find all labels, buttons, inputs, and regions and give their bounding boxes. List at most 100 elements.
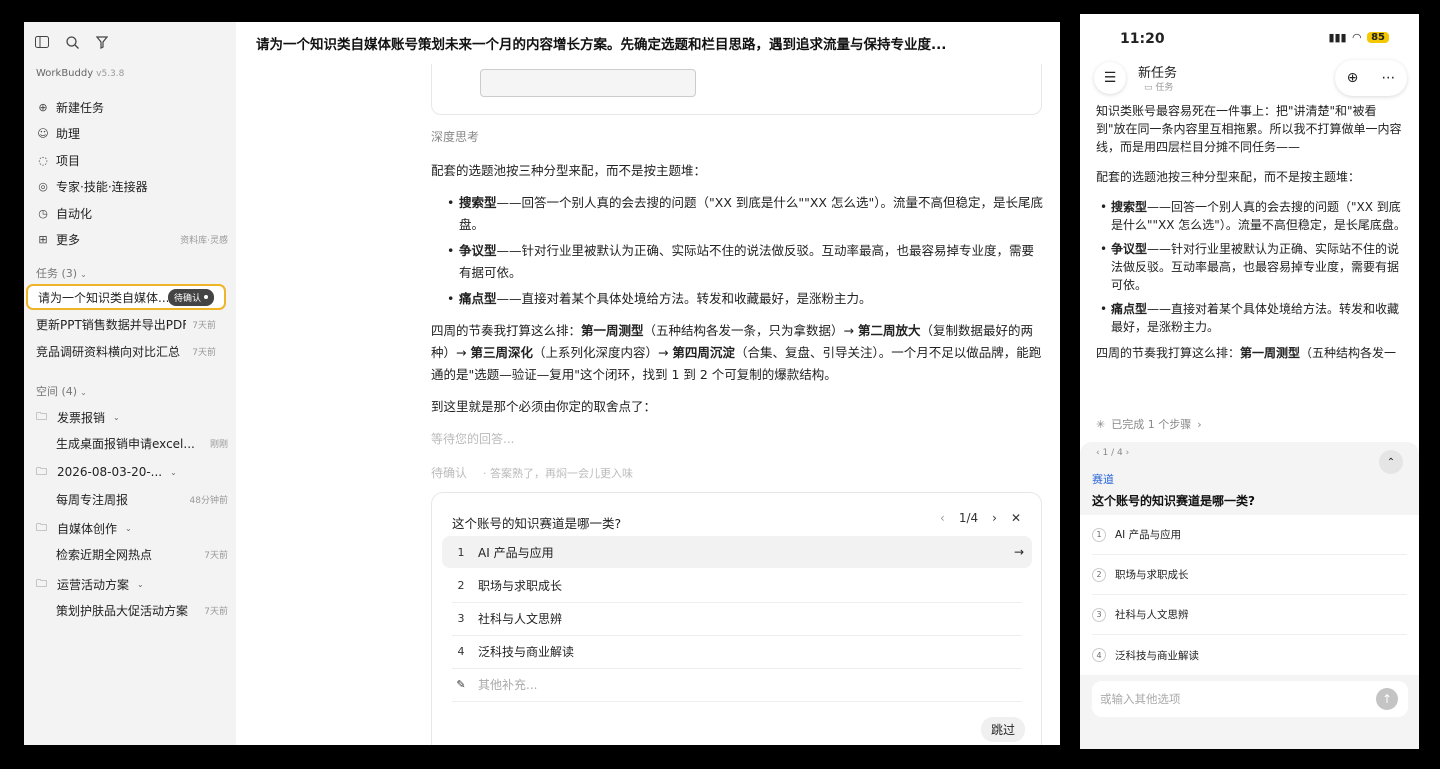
text: （五种结构各发一条，只为拿数据）→ bbox=[643, 323, 858, 338]
sidebar-toggle-icon[interactable] bbox=[34, 34, 50, 50]
filter-icon[interactable] bbox=[94, 34, 110, 50]
question-page: ‹ 1 / 4 › bbox=[1096, 448, 1129, 458]
list-item: 痛点型——直接对着某个具体处境给方法。转发和收藏最好，是涨粉主力。 bbox=[431, 288, 1046, 310]
phone-title: 新任务 bbox=[1138, 66, 1178, 81]
new-chat-icon[interactable]: ⊕ bbox=[1347, 70, 1359, 86]
space-folder[interactable]: 🗀 运营活动方案 ⌄ bbox=[36, 572, 228, 596]
chevron-left-icon[interactable]: ‹ bbox=[940, 511, 945, 525]
search-icon[interactable] bbox=[64, 34, 80, 50]
task-age: 7天前 bbox=[192, 347, 216, 358]
app-name: WorkBuddy bbox=[36, 68, 94, 79]
space-item-title: 生成桌面报销申请excel... bbox=[56, 436, 195, 451]
chevron-right-icon[interactable]: › bbox=[992, 511, 997, 525]
option-number: 3 bbox=[457, 611, 465, 625]
option-1[interactable]: 1 AI 产品与应用 bbox=[1092, 515, 1407, 555]
phone-actions: ⊕ ⋯ bbox=[1335, 60, 1407, 96]
task-title: 竞品调研资料横向对比汇总 bbox=[36, 344, 181, 359]
nav-automation[interactable]: ◷ 自动化 bbox=[36, 200, 228, 227]
more-icon[interactable]: ⋯ bbox=[1381, 70, 1395, 86]
space-item[interactable]: 生成桌面报销申请excel... 刚刚 bbox=[56, 431, 228, 455]
sidebar-nav: ⊕ 新建任务 ☺ 助理 ◌ 项目 ◎ 专家·技能·连接器 ◷ 自动化 ⊞ 更多 资料库·灵感 bbox=[36, 94, 228, 253]
spaces-header[interactable]: 空间 (4) ⌄ bbox=[36, 383, 87, 399]
nav-new-task[interactable]: ⊕ 新建任务 bbox=[36, 94, 228, 121]
assistant-icon: ☺ bbox=[37, 127, 49, 141]
tasks-header[interactable]: 任务 (3) ⌄ bbox=[36, 265, 87, 281]
badge-label: 待确认 bbox=[173, 293, 201, 304]
option-label: AI 产品与应用 bbox=[478, 545, 554, 560]
option-3[interactable]: 3 社科与人文思辨 bbox=[442, 602, 1032, 634]
chevron-left-icon[interactable]: ‹ bbox=[1096, 448, 1100, 458]
option-2[interactable]: 2 职场与求职成长 bbox=[442, 569, 1032, 601]
option-number: 2 bbox=[1092, 567, 1106, 582]
nav-more[interactable]: ⊞ 更多 资料库·灵感 bbox=[36, 227, 228, 254]
arrow-right-icon: → bbox=[1013, 545, 1024, 559]
task-item[interactable]: 竞品调研资料横向对比汇总 7天前 bbox=[26, 338, 226, 364]
option-2[interactable]: 2 职场与求职成长 bbox=[1092, 555, 1407, 595]
close-icon[interactable]: ✕ bbox=[1011, 511, 1021, 525]
folder-name: 发票报销 bbox=[57, 410, 106, 425]
space-item[interactable]: 策划护肤品大促活动方案 7天前 bbox=[56, 598, 228, 622]
collapse-icon[interactable]: ⌃ bbox=[1379, 450, 1403, 474]
option-1[interactable]: 1 AI 产品与应用 → bbox=[442, 536, 1032, 568]
text: 四周的节奏我打算这么排： bbox=[431, 323, 582, 338]
folder-name: 自媒体创作 bbox=[57, 521, 118, 536]
option-4[interactable]: 4 泛科技与商业解读 bbox=[1092, 635, 1407, 675]
sidebar: WorkBuddy v5.3.8 ⊕ 新建任务 ☺ 助理 ◌ 项目 ◎ 专家·技能·连接器… bbox=[24, 22, 236, 745]
desktop-window: WorkBuddy v5.3.8 ⊕ 新建任务 ☺ 助理 ◌ 项目 ◎ 专家·技能·连接器… bbox=[24, 22, 1060, 745]
skip-button[interactable]: 跳过 bbox=[980, 717, 1025, 742]
bullet-bold: 痛点型 bbox=[1111, 302, 1148, 316]
steps-completed[interactable]: ✳ 已完成 1 个步骤 › bbox=[1096, 416, 1202, 432]
task-item[interactable]: 更新PPT销售数据并导出PDF 7天前 bbox=[26, 311, 226, 337]
input-placeholder: 或输入其他选项 bbox=[1100, 692, 1181, 706]
dot-icon bbox=[204, 295, 208, 299]
expert-icon: ◎ bbox=[38, 180, 48, 194]
tasks-header-label: 任务 (3) bbox=[36, 267, 78, 280]
menu-icon[interactable]: ☰ bbox=[1094, 62, 1126, 94]
folder-icon: 🗀 bbox=[36, 576, 47, 590]
option-number: 1 bbox=[1092, 527, 1106, 542]
chevron-down-icon: ⌄ bbox=[113, 412, 120, 422]
option-label: AI 产品与应用 bbox=[1115, 529, 1182, 541]
folder-name: 运营活动方案 bbox=[57, 577, 130, 592]
space-folder[interactable]: 🗀 自媒体创作 ⌄ bbox=[36, 516, 228, 540]
space-folder[interactable]: 🗀 发票报销 ⌄ bbox=[36, 405, 228, 429]
option-number: 4 bbox=[457, 644, 465, 658]
option-label: 职场与求职成长 bbox=[478, 578, 563, 593]
nav-experts[interactable]: ◎ 专家·技能·连接器 bbox=[36, 174, 228, 201]
space-item[interactable]: 检索近期全网热点 7天前 bbox=[56, 542, 228, 566]
main-panel: 请为一个知识类自媒体账号策划未来一个月的内容增长方案。先确定选题和栏目思路，遇到… bbox=[236, 22, 1060, 745]
nav-assistant[interactable]: ☺ 助理 bbox=[36, 121, 228, 148]
option-label: 社科与人文思辨 bbox=[1115, 609, 1189, 621]
paragraph: 配套的选题池按三种分型来配，而不是按主题堆： bbox=[1096, 170, 1361, 184]
question-title: 这个账号的知识赛道是哪一类? bbox=[452, 516, 622, 531]
send-icon[interactable]: ↑ bbox=[1376, 688, 1398, 710]
task-item-active[interactable]: 请为一个知识类自媒体... 待确认 bbox=[26, 284, 226, 310]
app-version: v5.3.8 bbox=[96, 69, 125, 79]
bullet-bold: 争议型 bbox=[459, 243, 497, 258]
folder-icon: 🗀 bbox=[36, 520, 47, 534]
deep-thinking-label[interactable]: 深度思考 bbox=[431, 126, 1046, 148]
steps-label: 已完成 1 个步骤 bbox=[1111, 418, 1192, 431]
option-4[interactable]: 4 泛科技与商业解读 bbox=[442, 635, 1032, 667]
space-folder[interactable]: 🗀 2026-08-03-20-... ⌄ bbox=[36, 460, 228, 484]
option-3[interactable]: 3 社科与人文思辨 bbox=[1092, 595, 1407, 635]
chevron-down-icon: ⌄ bbox=[125, 523, 132, 533]
chevron-right-icon[interactable]: › bbox=[1126, 448, 1130, 458]
space-item[interactable]: 每周专注周报 48分钟前 bbox=[56, 487, 228, 511]
nav-project[interactable]: ◌ 项目 bbox=[36, 147, 228, 174]
waiting-text: 等待您的回答... bbox=[431, 432, 515, 446]
other-input[interactable]: ✎ 其他补充... bbox=[442, 668, 1032, 700]
other-option-input[interactable]: 或输入其他选项 ↑ bbox=[1092, 681, 1408, 717]
clock-icon: ◷ bbox=[38, 206, 48, 220]
previous-card-button[interactable] bbox=[480, 69, 696, 97]
chat-icon: ▭ bbox=[1144, 83, 1153, 93]
list-item: 搜索型——回答一个别人真的会去搜的问题（"XX 到底是什么""XX 怎么选"）。… bbox=[431, 192, 1046, 236]
bullet-bold: 搜索型 bbox=[1111, 200, 1148, 214]
space-item-age: 7天前 bbox=[204, 606, 228, 617]
status-badge: 待确认 bbox=[167, 288, 214, 306]
status-line: 待确认 · 答案熟了，再焖一会儿更入味 bbox=[431, 464, 633, 481]
bullet-list: 搜索型——回答一个别人真的会去搜的问题（"XX 到底是什么""XX 怎么选"）。… bbox=[1096, 198, 1406, 336]
paragraph: 四周的节奏我打算这么排：第一周测型（五种结构各发一条，只为拿数据）→ 第二周放大… bbox=[431, 320, 1046, 386]
question-page-text: 1 / 4 bbox=[1102, 448, 1123, 458]
space-item-age: 7天前 bbox=[204, 550, 228, 561]
